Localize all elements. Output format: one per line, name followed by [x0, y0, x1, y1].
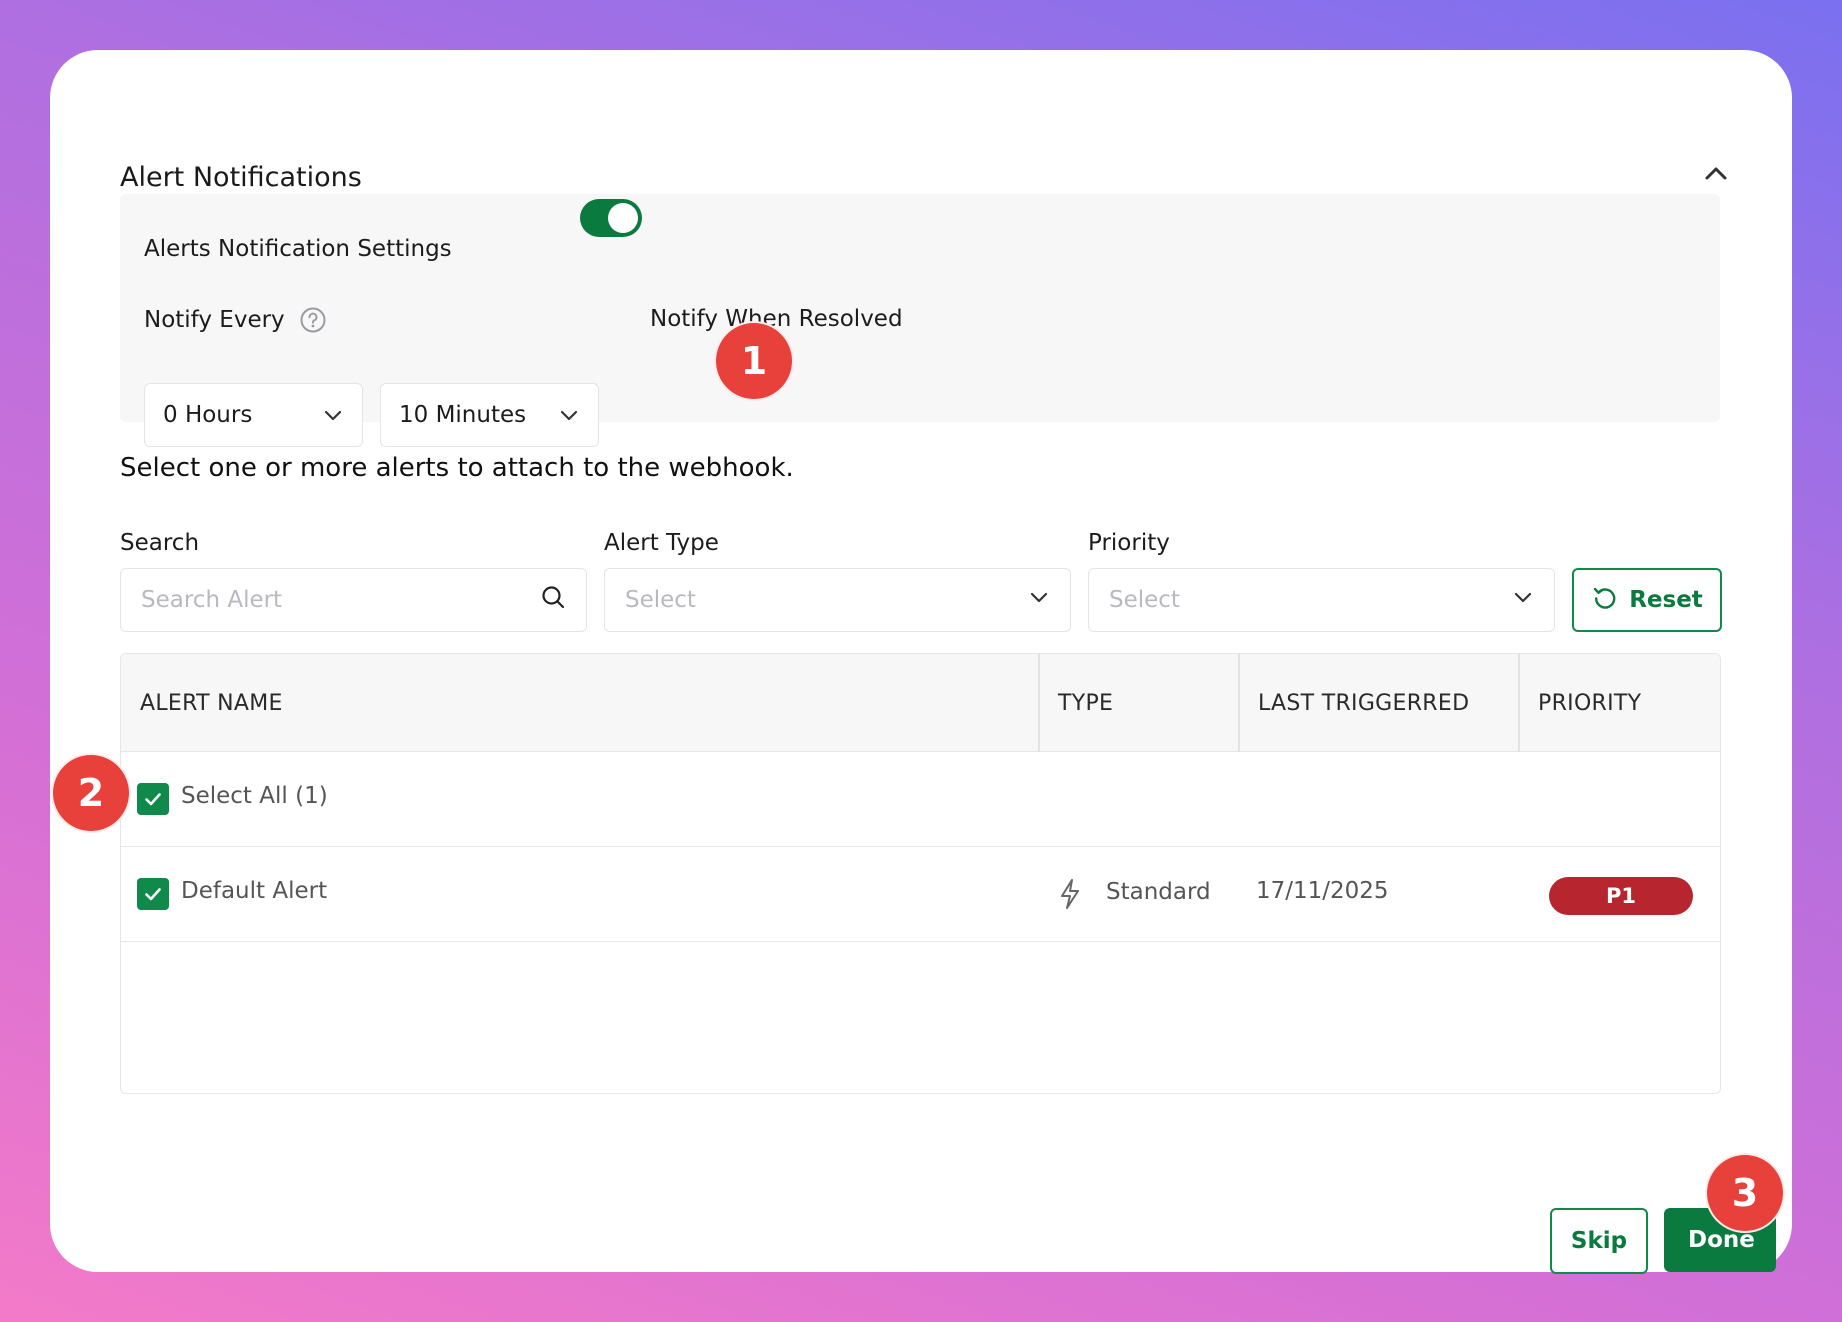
alert-type-value: Select	[625, 587, 696, 613]
search-label: Search	[120, 530, 200, 556]
settings-title: Alerts Notification Settings	[144, 236, 452, 262]
column-divider	[1038, 654, 1040, 752]
annotation-badge-2: 2	[51, 753, 131, 833]
priority-badge: P1	[1549, 877, 1693, 915]
last-triggered-cell: 17/11/2025	[1256, 878, 1389, 904]
chevron-up-icon[interactable]	[1700, 158, 1732, 190]
select-all-checkbox[interactable]	[137, 783, 169, 815]
column-header-alert-name: ALERT NAME	[140, 690, 283, 716]
column-header-priority: PRIORITY	[1538, 690, 1642, 716]
table-header: ALERT NAME TYPE LAST TRIGGERRED PRIORITY	[121, 654, 1720, 752]
alert-type-select[interactable]: Select	[604, 568, 1071, 632]
column-header-last-triggered: LAST TRIGGERRED	[1258, 690, 1470, 716]
notify-every-label: Notify Every	[144, 306, 327, 334]
minutes-value: 10 Minutes	[399, 402, 527, 428]
priority-select[interactable]: Select	[1088, 568, 1555, 632]
chevron-down-icon	[1028, 586, 1050, 614]
notification-settings-section: Alerts Notification Settings Notify Ever…	[120, 194, 1720, 447]
minutes-dropdown[interactable]: 10 Minutes	[380, 383, 599, 447]
reset-label: Reset	[1629, 587, 1703, 613]
priority-value: Select	[1109, 587, 1180, 613]
notify-resolved-toggle[interactable]	[580, 199, 642, 237]
instructions-text: Select one or more alerts to attach to t…	[120, 453, 794, 483]
panel-title: Alert Notifications	[120, 162, 362, 193]
priority-label: Priority	[1088, 530, 1170, 556]
reset-icon	[1591, 583, 1619, 617]
reset-button[interactable]: Reset	[1572, 568, 1722, 632]
hours-dropdown[interactable]: 0 Hours	[144, 383, 363, 447]
alerts-table: ALERT NAME TYPE LAST TRIGGERRED PRIORITY…	[120, 653, 1721, 1094]
row-checkbox[interactable]	[137, 878, 169, 910]
select-all-row: Select All (1)	[121, 752, 1720, 847]
search-icon	[540, 584, 566, 616]
alert-notifications-card: Alert Notifications Alerts Notification …	[50, 50, 1792, 1274]
skip-button[interactable]: Skip	[1550, 1208, 1648, 1274]
chevron-down-icon	[322, 404, 344, 426]
alert-type-label: Alert Type	[604, 530, 719, 556]
alert-type-cell: Standard	[1106, 879, 1211, 905]
help-icon[interactable]	[299, 306, 327, 334]
table-row[interactable]: Default Alert Standard 17/11/2025 P1	[121, 847, 1720, 942]
chevron-down-icon	[1512, 586, 1534, 614]
select-all-label: Select All (1)	[181, 783, 328, 809]
search-input[interactable]: Search Alert	[120, 568, 587, 632]
toggle-knob	[608, 203, 638, 233]
lightning-icon	[1057, 877, 1083, 915]
chevron-down-icon	[558, 404, 580, 426]
column-divider	[1238, 654, 1240, 752]
notify-every-text: Notify Every	[144, 307, 285, 333]
column-header-type: TYPE	[1058, 690, 1114, 716]
annotation-badge-1: 1	[714, 321, 794, 401]
annotation-badge-3: 3	[1705, 1153, 1785, 1233]
column-divider	[1518, 654, 1520, 752]
alert-name-cell: Default Alert	[181, 878, 328, 904]
search-placeholder: Search Alert	[141, 587, 283, 613]
hours-value: 0 Hours	[163, 402, 253, 428]
